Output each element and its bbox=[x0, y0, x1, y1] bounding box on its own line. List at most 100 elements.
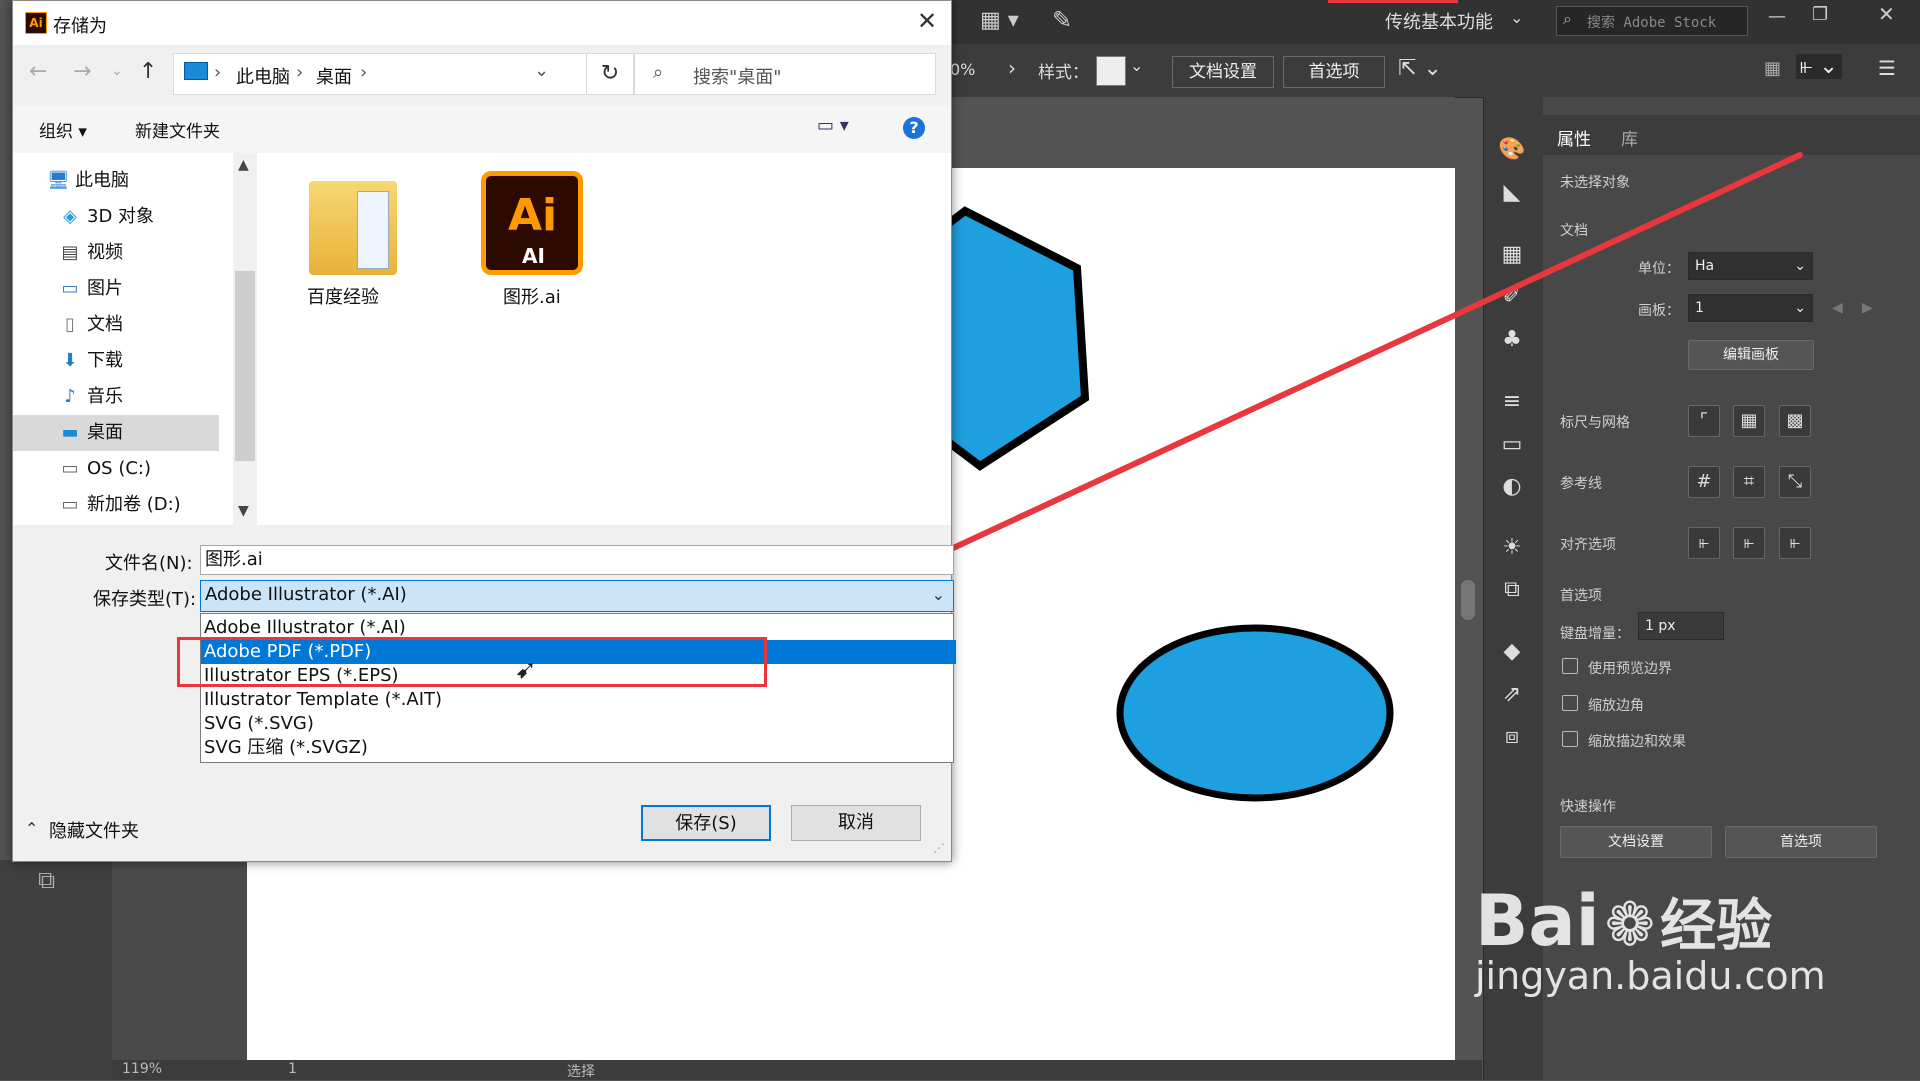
stock-search-input[interactable]: ⌕ 搜索 Adobe Stock bbox=[1556, 6, 1748, 36]
file-item-ai[interactable]: Ai AI 图形.ai bbox=[479, 171, 589, 308]
appearance-icon[interactable]: ☀ bbox=[1497, 533, 1527, 563]
scroll-thumb[interactable] bbox=[1461, 580, 1475, 620]
address-dropdown-icon[interactable]: ⌄ bbox=[534, 60, 549, 81]
organize-menu[interactable]: 组织 ▾ bbox=[39, 117, 87, 142]
transparency-icon[interactable]: ◐ bbox=[1497, 472, 1527, 502]
nav-item-music[interactable]: ♪ 音乐 bbox=[59, 379, 239, 415]
gradient-icon[interactable]: ◣ bbox=[1497, 178, 1527, 208]
minimize-icon[interactable]: — bbox=[1768, 6, 1786, 27]
tab-libraries[interactable]: 库 bbox=[1621, 125, 1638, 150]
arrange-icon[interactable]: ⇱ ⌄ bbox=[1398, 56, 1442, 81]
stroke-icon[interactable]: ≡ bbox=[1497, 387, 1527, 417]
export-icon[interactable]: ⇗ bbox=[1497, 680, 1527, 710]
swatches-icon[interactable]: ▦ bbox=[1497, 240, 1527, 270]
checkbox-scale-strokes[interactable] bbox=[1562, 731, 1578, 747]
nav-item-desktop[interactable]: ▬ 桌面 bbox=[13, 415, 219, 451]
quick-doc-settings-button[interactable]: 文档设置 bbox=[1560, 826, 1712, 858]
ellipse-shape[interactable] bbox=[1116, 624, 1394, 802]
up-icon[interactable]: ↑ bbox=[139, 59, 157, 84]
transparency-grid-icon[interactable]: ▩ bbox=[1779, 405, 1811, 437]
prev-artboard-icon[interactable]: ◀ bbox=[1832, 300, 1843, 316]
search-input[interactable]: ⌕ 搜索"桌面" bbox=[634, 53, 936, 95]
new-folder-button[interactable]: 新建文件夹 bbox=[135, 117, 220, 142]
doc-settings-button[interactable]: 文档设置 bbox=[1172, 56, 1274, 88]
smart-guides-icon[interactable]: ⤡ bbox=[1779, 466, 1811, 498]
quick-preferences-button[interactable]: 首选项 bbox=[1725, 826, 1877, 858]
nav-item-drive-c[interactable]: ▭ OS (C:) bbox=[59, 451, 239, 487]
nav-item-this-pc[interactable]: 🖥 此电脑 bbox=[47, 163, 227, 199]
nav-item-3d-objects[interactable]: ◈ 3D 对象 bbox=[59, 199, 239, 235]
lock-guides-icon[interactable]: ⌗ bbox=[1733, 466, 1765, 498]
hexagon-shape[interactable] bbox=[950, 206, 1090, 471]
align-panel-icon[interactable]: ⫦ ⌄ bbox=[1796, 54, 1842, 79]
chevron-down-icon[interactable]: ⌄ bbox=[1510, 8, 1523, 27]
preferences-button[interactable]: 首选项 bbox=[1283, 56, 1385, 88]
filetype-option[interactable]: SVG (*.SVG) bbox=[201, 712, 944, 736]
screen-mode-icon[interactable]: ⧉ bbox=[38, 866, 55, 894]
scroll-thumb[interactable] bbox=[235, 271, 255, 461]
nav-item-pictures[interactable]: ▭ 图片 bbox=[59, 271, 239, 307]
color-icon[interactable]: 🎨 bbox=[1497, 135, 1527, 165]
layers-icon[interactable]: ◆ bbox=[1497, 637, 1527, 667]
transform-icon[interactable]: ⧉ bbox=[1497, 575, 1527, 605]
hide-folders-toggle[interactable]: 隐藏文件夹 bbox=[49, 817, 139, 843]
align-point-icon[interactable]: ⫦ bbox=[1733, 527, 1765, 559]
nav-item-videos[interactable]: ▤ 视频 bbox=[59, 235, 239, 271]
breadcrumb-root[interactable]: 此电脑 bbox=[236, 63, 290, 89]
style-swatch[interactable] bbox=[1096, 56, 1126, 86]
filetype-option[interactable]: Illustrator Template (*.AIT) bbox=[201, 688, 944, 712]
restore-icon[interactable]: ❐ bbox=[1812, 4, 1828, 25]
recent-dropdown-icon[interactable]: ⌄ bbox=[111, 63, 123, 79]
chevron-down-icon[interactable]: ⌄ bbox=[1130, 56, 1143, 75]
chevron-up-icon[interactable]: ⌃ bbox=[25, 819, 38, 838]
file-item-folder[interactable]: 百度经验 bbox=[303, 175, 413, 308]
feather-icon[interactable]: ✎ bbox=[1052, 6, 1072, 34]
nav-scrollbar[interactable]: ▲ ▼ bbox=[233, 153, 257, 525]
layout-icon[interactable]: ▦ ▾ bbox=[980, 8, 1019, 33]
nav-item-downloads[interactable]: ⬇ 下载 bbox=[59, 343, 239, 379]
tab-properties[interactable]: 属性 bbox=[1557, 125, 1591, 150]
next-artboard-icon[interactable]: ▶ bbox=[1862, 300, 1873, 316]
view-options-icon[interactable]: ▭ ▾ bbox=[817, 115, 849, 136]
help-icon[interactable]: ? bbox=[903, 117, 925, 139]
checkbox-preview-bounds[interactable] bbox=[1562, 658, 1578, 674]
nav-item-documents[interactable]: ▯ 文档 bbox=[59, 307, 239, 343]
checkbox-scale-corners[interactable] bbox=[1562, 695, 1578, 711]
grid-icon[interactable]: ▦ bbox=[1764, 58, 1781, 79]
filename-input[interactable]: 图形.ai bbox=[200, 545, 954, 575]
symbols-icon[interactable]: ♣ bbox=[1497, 325, 1527, 355]
breadcrumb-folder[interactable]: 桌面 bbox=[316, 63, 352, 89]
guides-icon[interactable]: # bbox=[1688, 466, 1720, 498]
ruler-icon[interactable]: ⌜ bbox=[1688, 405, 1720, 437]
artboards-icon[interactable]: ⧈ bbox=[1497, 722, 1527, 752]
artboard-select[interactable]: 1 ⌄ bbox=[1688, 294, 1813, 322]
scroll-up-icon[interactable]: ▲ bbox=[238, 157, 249, 173]
unit-select[interactable]: Ha ⌄ bbox=[1688, 252, 1813, 280]
align-pixel-icon[interactable]: ⫦ bbox=[1688, 527, 1720, 559]
status-zoom[interactable]: 119% bbox=[122, 1061, 162, 1077]
keyboard-increment-input[interactable]: 1 px bbox=[1638, 612, 1724, 640]
edit-artboard-button[interactable]: 编辑画板 bbox=[1688, 340, 1814, 370]
menu-icon[interactable]: ☰ bbox=[1878, 56, 1896, 80]
resize-grip-icon[interactable]: ⋰ bbox=[933, 841, 945, 855]
workspace-switcher[interactable]: 传统基本功能 bbox=[1385, 8, 1493, 34]
close-window-icon[interactable]: ✕ bbox=[1878, 2, 1895, 26]
gradient-panel-icon[interactable]: ▭ bbox=[1497, 430, 1527, 460]
status-tool[interactable]: 选择 bbox=[567, 1061, 595, 1081]
back-icon[interactable]: ← bbox=[29, 59, 47, 84]
nav-item-drive-d[interactable]: ▭ 新加卷 (D:) bbox=[59, 487, 239, 523]
cancel-button[interactable]: 取消 bbox=[791, 805, 921, 841]
address-bar[interactable]: › 此电脑 › 桌面 › ⌄ bbox=[173, 53, 638, 95]
close-icon[interactable]: ✕ bbox=[917, 7, 937, 35]
align-glyph-icon[interactable]: ⫦ bbox=[1779, 527, 1811, 559]
save-button[interactable]: 保存(S) bbox=[641, 805, 771, 841]
brushes-icon[interactable]: ✐ bbox=[1497, 282, 1527, 312]
forward-icon[interactable]: → bbox=[73, 59, 91, 84]
scroll-down-icon[interactable]: ▼ bbox=[238, 503, 249, 519]
status-page[interactable]: 1 bbox=[288, 1061, 297, 1077]
filetype-select[interactable]: Adobe Illustrator (*.AI) ⌄ bbox=[200, 580, 954, 612]
refresh-button[interactable]: ↻ bbox=[586, 53, 634, 95]
chevron-right-icon[interactable]: › bbox=[1008, 56, 1016, 80]
grid-icon[interactable]: ▦ bbox=[1733, 405, 1765, 437]
filetype-option[interactable]: SVG 压缩 (*.SVGZ) bbox=[201, 736, 944, 760]
